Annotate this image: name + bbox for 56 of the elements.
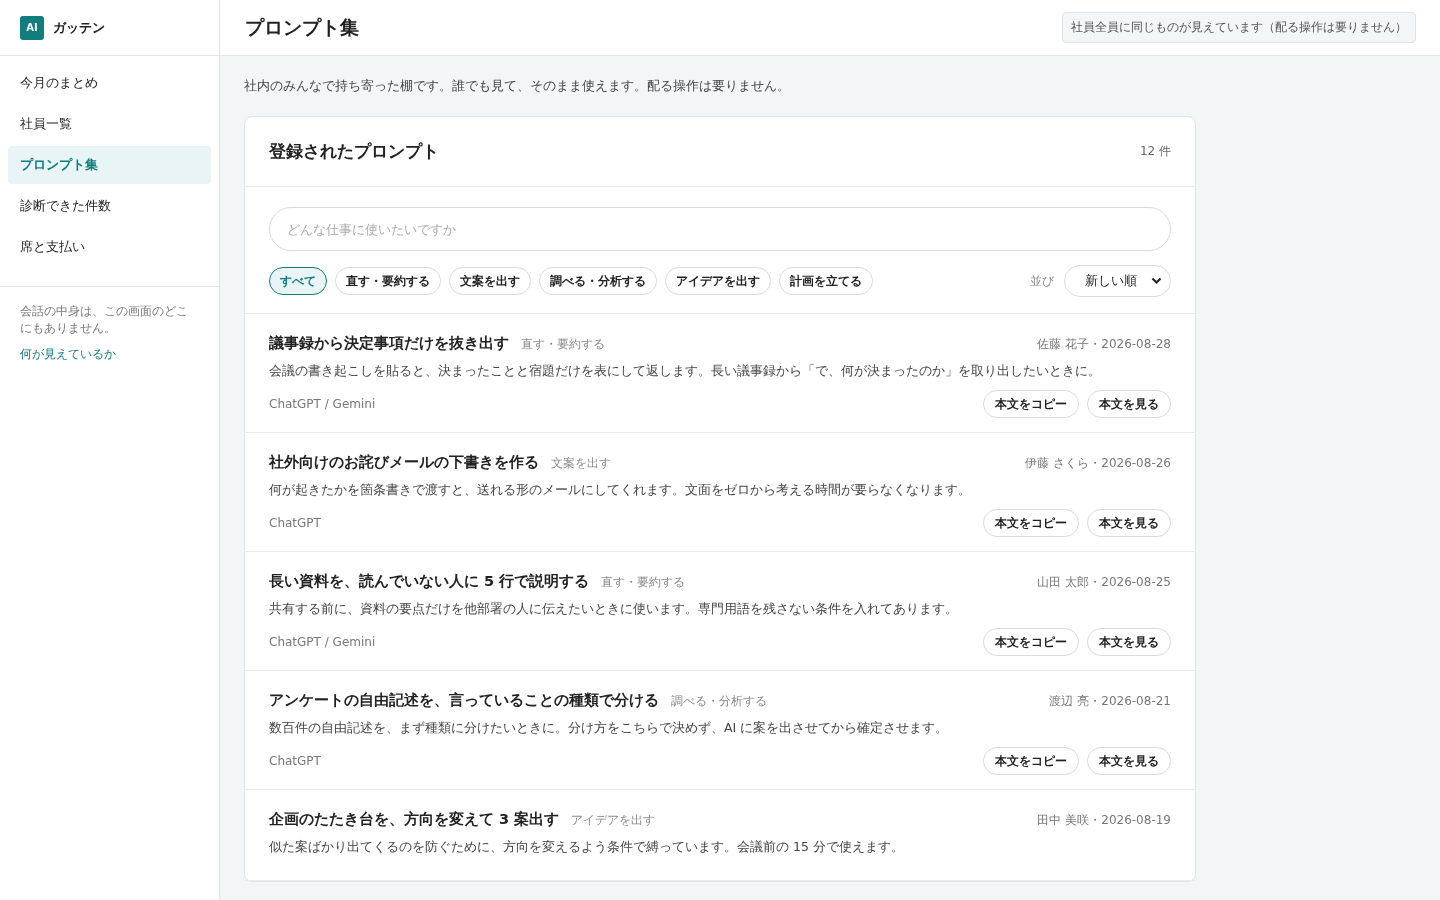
filter-chip[interactable]: 文案を出す bbox=[449, 267, 531, 295]
filter-chip[interactable]: 計画を立てる bbox=[779, 267, 873, 295]
prompt-description: 共有する前に、資料の要点だけを他部署の人に伝えたいときに使います。専門用語を残さない条件を入れてあります。 bbox=[269, 601, 959, 618]
sort-dropdown[interactable]: 新しい順 bbox=[1064, 265, 1171, 297]
sidebar-item[interactable]: 診断できた件数 bbox=[8, 187, 211, 225]
intro-text: 社内のみんなで持ち寄った棚です。誰でも見て、そのまま使えます。配る操作は要りません。 bbox=[244, 78, 791, 95]
item-count: 12 件 bbox=[1139, 143, 1171, 160]
prompt-title: 長い資料を、読んでいない人に 5 行で説明する bbox=[269, 572, 590, 591]
page-title: プロンプト集 bbox=[245, 14, 359, 40]
card-title: 登録されたプロンプト bbox=[269, 140, 439, 163]
prompt-description: 数百件の自由記述を、まず種類に分けたいときに。分け方をこちらで決めず、AI に案を出させてから確定させます。 bbox=[269, 720, 950, 737]
category-label: 調べる・分析する bbox=[671, 693, 767, 710]
logo-badge: AI bbox=[20, 15, 44, 40]
tool-names: ChatGPT bbox=[269, 754, 321, 768]
privacy-note: 会話の中身は、この画面のどこにもありません。 bbox=[20, 303, 189, 337]
filter-chip[interactable]: すべて bbox=[269, 267, 327, 295]
filter-chip[interactable]: 調べる・分析する bbox=[539, 267, 657, 295]
sidebar-item[interactable]: プロンプト集 bbox=[8, 146, 211, 184]
tool-names: ChatGPT / Gemini bbox=[269, 635, 376, 649]
action-button[interactable]: 本文をコピー bbox=[983, 628, 1079, 656]
category-label: 直す・要約する bbox=[521, 336, 605, 353]
visibility-notice: 社員全員に同じものが見えています（配る操作は要りません） bbox=[1062, 12, 1416, 43]
author-date: 伊藤 さくら・2026-08-26 bbox=[1025, 455, 1171, 472]
filter-chip[interactable]: アイデアを出す bbox=[665, 267, 771, 295]
tool-names: ChatGPT / Gemini bbox=[269, 397, 376, 411]
author-date: 山田 太郎・2026-08-25 bbox=[1037, 574, 1171, 591]
prompt-description: 会議の書き起こしを貼ると、決まったことと宿題だけを表にして返します。長い議事録から「で、何が決まったのか」を取り出したいときに。 bbox=[269, 363, 1102, 380]
sidebar-item[interactable]: 席と支払い bbox=[8, 228, 211, 266]
app-name: ガッテン bbox=[53, 18, 105, 37]
prompt-title: 社外向けのお詫びメールの下書きを作る bbox=[269, 453, 539, 472]
prompt-title: アンケートの自由記述を、言っていることの種類で分ける bbox=[269, 691, 659, 710]
action-button[interactable]: 本文を見る bbox=[1087, 628, 1171, 656]
category-label: アイデアを出す bbox=[571, 812, 656, 829]
author-date: 佐藤 花子・2026-08-28 bbox=[1037, 336, 1171, 353]
filter-chip[interactable]: 直す・要約する bbox=[335, 267, 441, 295]
author-date: 渡辺 亮・2026-08-21 bbox=[1049, 693, 1171, 710]
prompt-title: 議事録から決定事項だけを抜き出す bbox=[269, 334, 509, 353]
action-button[interactable]: 本文を見る bbox=[1087, 509, 1171, 537]
action-button[interactable]: 本文を見る bbox=[1087, 390, 1171, 418]
action-button[interactable]: 本文を見る bbox=[1087, 747, 1171, 775]
category-label: 文案を出す bbox=[551, 455, 611, 472]
action-button[interactable]: 本文をコピー bbox=[983, 509, 1079, 537]
tool-names: ChatGPT bbox=[269, 516, 321, 530]
action-button[interactable]: 本文をコピー bbox=[983, 747, 1079, 775]
sort-label: 並び bbox=[1030, 272, 1054, 290]
prompt-description: 何が起きたかを箇条書きで渡すと、送れる形のメールにしてくれます。文面をゼロから考える時間が要らなくなります。 bbox=[269, 482, 972, 499]
search-field[interactable]: どんな仕事に使いたいですか bbox=[269, 207, 1171, 251]
sidebar-item[interactable]: 今月のまとめ bbox=[8, 64, 211, 102]
info-link[interactable]: 何が見えているか bbox=[20, 347, 116, 361]
category-label: 直す・要約する bbox=[601, 574, 686, 591]
sidebar-item[interactable]: 社員一覧 bbox=[8, 105, 211, 143]
action-button[interactable]: 本文をコピー bbox=[983, 390, 1079, 418]
author-date: 田中 美咲・2026-08-19 bbox=[1037, 812, 1171, 829]
prompt-title: 企画のたたき台を、方向を変えて 3 案出す bbox=[269, 810, 560, 829]
caret-icon bbox=[1151, 277, 1162, 285]
prompt-description: 似た案ばかり出てくるのを防ぐために、方向を変えるよう条件で縛っています。会議前の 15 分で使えます。 bbox=[269, 839, 905, 856]
